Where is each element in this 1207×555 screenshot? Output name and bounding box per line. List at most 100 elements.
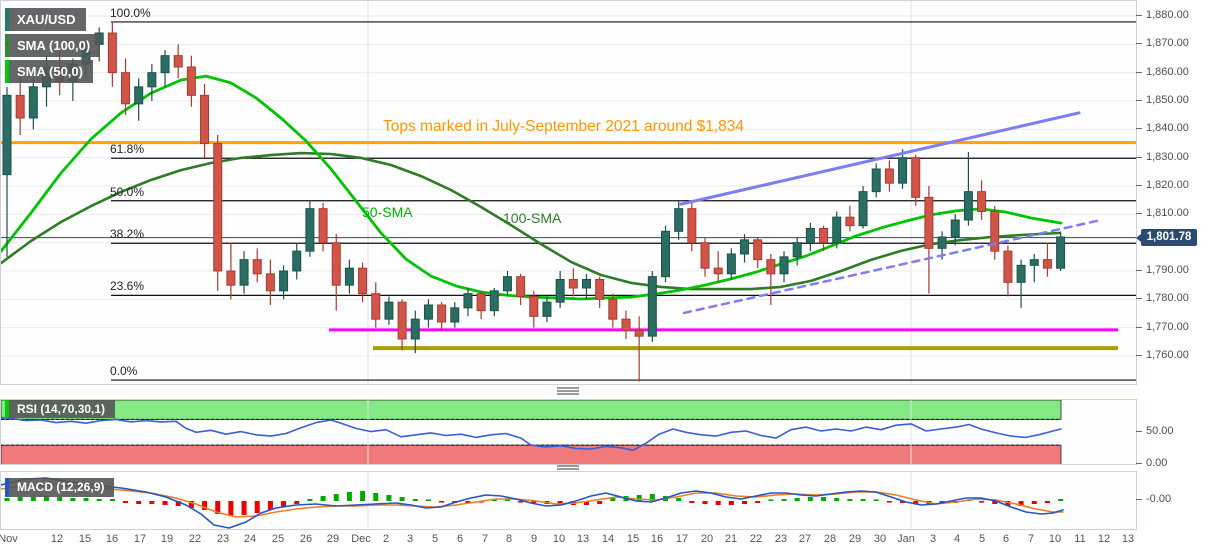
axis-value-label: 1,860.00 <box>1146 65 1189 78</box>
date-label: 22 <box>188 533 202 545</box>
sma100-line-label: 100-SMA <box>503 210 562 226</box>
date-label: Nov <box>0 533 18 545</box>
symbol-legend[interactable]: XAU/USD <box>5 8 86 31</box>
date-label: 16 <box>105 533 119 545</box>
macd-chart <box>1 472 1064 529</box>
date-label: 10 <box>552 533 566 545</box>
axis-tick <box>1136 43 1142 45</box>
sma100-color-bar <box>5 34 9 57</box>
axis-value-label: 0.00 <box>1146 457 1168 469</box>
tops-annotation: Tops marked in July-September 2021 aroun… <box>383 118 745 135</box>
fib-level-label: 50.0% <box>110 184 145 199</box>
date-label: 29 <box>326 533 340 545</box>
date-label: 27 <box>798 533 812 545</box>
date-label: 3 <box>406 533 414 545</box>
axis-value-label: 1,870.00 <box>1146 37 1189 50</box>
sma50-color-bar <box>5 60 9 83</box>
date-label: 15 <box>78 533 92 545</box>
date-label: 21 <box>724 533 738 545</box>
sma50-line-label: 50-SMA <box>362 204 413 220</box>
axis-tick <box>1136 463 1142 464</box>
macd-legend[interactable]: MACD (12,26,9) <box>5 478 115 497</box>
axis-tick <box>1136 354 1142 356</box>
rsi-legend[interactable]: RSI (14,70,30,1) <box>5 400 116 418</box>
sma50-legend[interactable]: SMA (50,0) <box>5 60 93 83</box>
date-label: 30 <box>873 533 887 545</box>
date-label: 7 <box>481 533 489 545</box>
axis-tick <box>1136 499 1142 500</box>
date-label: 29 <box>848 533 862 545</box>
rsi-label: RSI (14,70,30,1) <box>17 402 106 416</box>
axis-value-label: 1,780.00 <box>1146 292 1189 305</box>
date-label: 12 <box>50 533 64 545</box>
date-label: 22 <box>749 533 763 545</box>
axis-tick <box>1136 128 1142 130</box>
fib-level-label: 38.2% <box>110 227 145 242</box>
date-label: 28 <box>823 533 837 545</box>
date-label: 23 <box>216 533 230 545</box>
symbol-color-bar <box>5 8 9 31</box>
axis-tick <box>1136 184 1142 186</box>
axis-tick <box>1136 156 1142 158</box>
date-label: 23 <box>774 533 788 545</box>
date-label: 8 <box>505 533 513 545</box>
axis-value-label: 50.00 <box>1146 425 1174 437</box>
fib-level-label: 100.0% <box>110 5 151 20</box>
date-label: 3 <box>929 533 937 545</box>
symbol-label: XAU/USD <box>17 12 76 27</box>
sma100-label: SMA (100,0) <box>17 38 91 53</box>
macd-pane[interactable] <box>0 471 1137 530</box>
date-label: 16 <box>650 533 664 545</box>
date-label: 24 <box>243 533 257 545</box>
date-label: 2 <box>382 533 390 545</box>
sma50-label: SMA (50,0) <box>17 64 83 79</box>
date-label: 6 <box>456 533 464 545</box>
date-label: 6 <box>1002 533 1010 545</box>
axis-tick <box>1136 326 1142 328</box>
axis-value-label: 1,760.00 <box>1146 348 1189 361</box>
date-label: 25 <box>271 533 285 545</box>
macd-color-bar <box>5 478 9 497</box>
axis-tick <box>1136 99 1142 101</box>
date-label: 10 <box>1048 533 1062 545</box>
date-label: 5 <box>978 533 986 545</box>
date-label: 14 <box>601 533 615 545</box>
axis-tick <box>1136 431 1142 432</box>
sma100-legend[interactable]: SMA (100,0) <box>5 34 101 57</box>
axis-tick <box>1136 269 1142 271</box>
candlestick-chart <box>1 1 1136 384</box>
axis-value-label: 1,850.00 <box>1146 93 1189 106</box>
axis-value-label: 1,840.00 <box>1146 122 1189 135</box>
pane-resize-handle[interactable] <box>557 387 579 395</box>
axis-tick <box>1136 213 1142 215</box>
rsi-chart <box>1 400 1062 464</box>
main-chart-pane[interactable] <box>0 0 1137 385</box>
rsi-color-bar <box>5 400 9 418</box>
date-label: 17 <box>675 533 689 545</box>
date-label: 5 <box>431 533 439 545</box>
date-label: Dec <box>351 533 371 545</box>
date-label: 9 <box>530 533 538 545</box>
rsi-pane[interactable] <box>0 399 1137 465</box>
axis-tick <box>1136 15 1142 16</box>
axis-value-label: 1,830.00 <box>1146 150 1189 163</box>
date-label: 13 <box>576 533 590 545</box>
date-label: 15 <box>626 533 640 545</box>
date-label: 11 <box>1074 533 1086 545</box>
axis-value-label: 1,880.00 <box>1146 9 1189 21</box>
axis-value-label: -0.00 <box>1146 493 1172 505</box>
date-label: 4 <box>953 533 961 545</box>
trading-chart-app: XAU/USD SMA (100,0) SMA (50,0) Tops mark… <box>0 0 1207 555</box>
date-label: 20 <box>700 533 714 545</box>
date-label: 26 <box>299 533 313 545</box>
axis-value-label: 1,770.00 <box>1146 320 1189 333</box>
fib-level-label: 0.0% <box>110 364 138 379</box>
axis-value-label: 1,790.00 <box>1146 263 1189 276</box>
date-label: 19 <box>160 533 174 545</box>
last-price-badge: 1,801.78 <box>1136 229 1197 246</box>
fib-level-label: 23.6% <box>110 279 145 294</box>
date-label: 12 <box>1097 533 1111 545</box>
date-label: 13 <box>1121 533 1135 545</box>
date-label: 7 <box>1027 533 1035 545</box>
axis-tick <box>1136 71 1142 73</box>
